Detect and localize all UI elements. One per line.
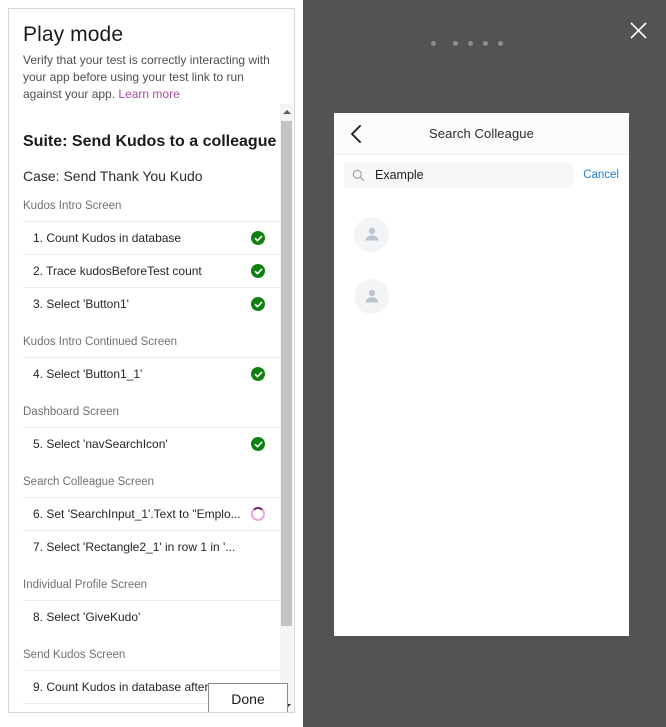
preview-topbar (303, 0, 666, 74)
screen-group-label: Search Colleague Screen (23, 476, 155, 488)
learn-more-link[interactable]: Learn more (118, 87, 179, 101)
step-row[interactable]: 6. Set 'SearchInput_1'.Text to "Emplo... (23, 497, 281, 530)
search-input-value: Example (375, 168, 424, 182)
play-mode-panel: Play mode Verify that your test is corre… (8, 8, 295, 713)
screen-group: Kudos Intro Screen 1. Count Kudos in data… (23, 200, 281, 320)
dot-2 (453, 41, 458, 46)
dot-4 (483, 41, 488, 46)
step-label: 3. Select 'Button1' (33, 297, 129, 311)
step-label: 6. Set 'SearchInput_1'.Text to "Emplo... (33, 507, 241, 521)
close-icon[interactable] (620, 12, 656, 48)
scroll-up-arrow-icon[interactable] (280, 104, 293, 119)
step-label: 7. Select 'Rectangle2_1' in row 1 in '..… (33, 540, 236, 554)
step-label: 5. Select 'navSearchIcon' (33, 437, 168, 451)
cancel-search-link[interactable]: Cancel (583, 169, 619, 181)
search-row: Example Cancel (334, 155, 629, 195)
dot-3 (468, 41, 473, 46)
chevron-left-icon[interactable] (344, 122, 368, 146)
person-icon (354, 216, 389, 252)
panel-description: Verify that your test is correctly inter… (23, 52, 280, 103)
screen-group-label: Kudos Intro Screen (23, 200, 122, 212)
app-preview-frame: Search Colleague Example Cancel (334, 113, 629, 636)
status-pass-icon (251, 231, 265, 245)
case-title: Case: Send Thank You Kudo (23, 168, 203, 184)
screen-group-label: Kudos Intro Continued Screen (23, 336, 178, 348)
screen-group: Kudos Intro Continued Screen 4. Select 'B… (23, 336, 281, 390)
done-button[interactable]: Done (208, 683, 288, 712)
dot-5 (498, 41, 503, 46)
screen-group-label: Individual Profile Screen (23, 579, 148, 591)
screen-group: Search Colleague Screen 6. Set 'SearchInp… (23, 476, 281, 563)
step-label: 2. Trace kudosBeforeTest count (33, 264, 202, 278)
scrollbar[interactable] (280, 104, 293, 712)
step-row[interactable]: 3. Select 'Button1' (23, 287, 281, 320)
screen-group-label: Send Kudos Screen (23, 649, 126, 661)
status-running-icon (251, 507, 265, 521)
step-row[interactable]: 4. Select 'Button1_1' (23, 357, 281, 390)
step-label: 9. Count Kudos in database after test (33, 680, 232, 694)
suite-title: Suite: Send Kudos to a colleague (23, 133, 277, 150)
step-row[interactable]: 2. Trace kudosBeforeTest count (23, 254, 281, 287)
status-pass-icon (251, 367, 265, 381)
status-pass-icon (251, 297, 265, 311)
preview-pane: Search Colleague Example Cancel (303, 0, 666, 727)
steps-scroll-content: Suite: Send Kudos to a colleague Case: S… (9, 103, 281, 712)
step-row[interactable]: 1. Count Kudos in database (23, 221, 281, 254)
search-icon (352, 169, 365, 182)
page-title: Play mode (23, 23, 124, 46)
step-row[interactable]: 7. Select 'Rectangle2_1' in row 1 in '..… (23, 530, 281, 563)
page-indicator-dots (431, 41, 513, 46)
screen-groups: Kudos Intro Screen 1. Count Kudos in data… (23, 200, 281, 712)
steps-scroll-area: Suite: Send Kudos to a colleague Case: S… (9, 103, 294, 712)
step-label: 4. Select 'Button1_1' (33, 367, 143, 381)
list-item[interactable] (334, 203, 629, 265)
list-item[interactable] (334, 265, 629, 327)
step-label: 1. Count Kudos in database (33, 231, 182, 245)
dot-1 (431, 41, 436, 46)
status-pass-icon (251, 264, 265, 278)
step-label: 8. Select 'GiveKudo' (33, 610, 141, 624)
step-row[interactable]: 8. Select 'GiveKudo' (23, 600, 281, 633)
app-screen-title: Search Colleague (429, 126, 534, 141)
screen-group-label: Dashboard Screen (23, 406, 119, 418)
person-icon (354, 278, 389, 314)
app-header: Search Colleague (334, 113, 629, 155)
screen-group: Individual Profile Screen 8. Select 'Give… (23, 579, 281, 633)
status-pass-icon (251, 437, 265, 451)
search-input[interactable]: Example (344, 162, 574, 188)
app-root: Search Colleague Example Cancel Play mod… (0, 0, 666, 727)
step-row[interactable]: 5. Select 'navSearchIcon' (23, 427, 281, 460)
search-results-list (334, 195, 629, 327)
screen-group: Dashboard Screen 5. Select 'navSearchIcon… (23, 406, 281, 460)
panel-header: Play mode Verify that your test is corre… (9, 9, 294, 103)
scrollbar-thumb[interactable] (281, 121, 292, 626)
